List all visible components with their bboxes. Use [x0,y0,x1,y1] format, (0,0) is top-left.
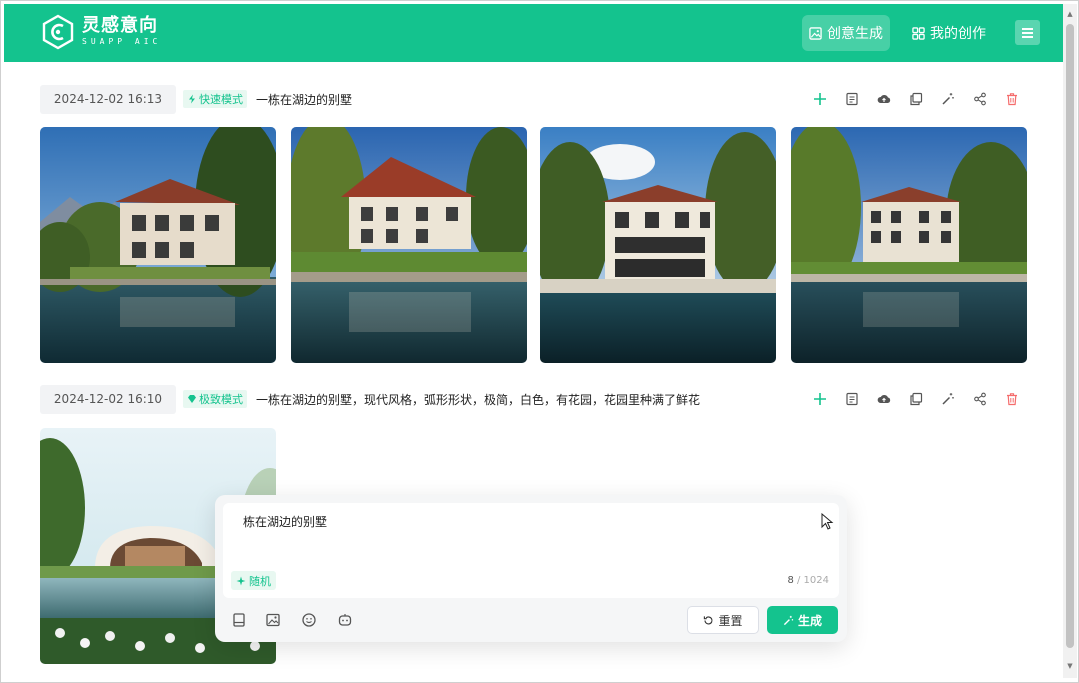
magic-wand-icon [941,393,954,405]
share-icon [973,392,986,406]
robot-icon[interactable] [337,612,353,628]
diamond-icon [188,395,196,403]
char-max: / 1024 [797,575,829,586]
mode-tag-ultimate: 极致模式 [183,390,247,408]
generate-button-label: 生成 [797,613,822,628]
villa-image [540,127,776,363]
cloud-upload-icon [877,94,890,103]
nav-creative-generate-label: 创意生成 [827,26,883,42]
mode-tag-label: 极致模式 [199,393,243,406]
magic-wand-icon [783,615,794,625]
copy-icon [909,92,922,106]
magic-wand-icon [941,93,954,105]
menu-icon-bar [1022,31,1033,34]
detail-button[interactable] [843,91,860,108]
scroll-up-icon[interactable]: ▲ [1066,10,1074,18]
record-header: 2024-12-02 16:13 快速模式 一栋在湖边的别墅 [40,84,1030,114]
style-book-icon[interactable] [231,612,247,628]
top-header: 灵感意向 SUAPP AIC 创意生成 我的创作 [4,4,1063,62]
enhance-button[interactable] [939,91,956,108]
image-upload-icon[interactable] [265,612,281,628]
scrollbar-thumb[interactable] [1066,24,1074,648]
refresh-icon [704,615,713,624]
nav-creative-generate[interactable]: 创意生成 [802,15,890,51]
add-button[interactable] [811,91,828,108]
delete-icon [1006,393,1017,406]
record-prompt: 一栋在湖边的别墅，现代风格，弧形形状，极简，白色，有花园，花园里种满了鲜花 [256,392,701,407]
logo-title: 灵感意向 [82,15,158,36]
generate-button[interactable]: 生成 [767,606,838,634]
generated-image[interactable] [540,127,776,363]
upload-button[interactable] [875,91,892,108]
copy-button[interactable] [907,91,924,108]
nav-my-creations-label: 我的创作 [930,26,986,42]
copy-button[interactable] [907,391,924,408]
record-actions [811,384,1020,414]
random-button[interactable]: 随机 [231,571,276,590]
delete-button[interactable] [1003,391,1020,408]
generated-image[interactable] [291,127,527,363]
record-prompt: 一栋在湖边的别墅 [256,92,353,107]
emoji-icon[interactable] [301,612,317,628]
generated-image[interactable] [40,127,276,363]
logo-icon [42,14,74,50]
villa-image [40,127,276,363]
mode-tag-label: 快速模式 [199,93,243,106]
add-button[interactable] [811,391,828,408]
record-date: 2024-12-02 16:13 [40,84,176,114]
share-button[interactable] [971,391,988,408]
upload-button[interactable] [875,391,892,408]
menu-icon-bar [1022,35,1033,38]
menu-icon-bar [1022,27,1033,30]
logo-subtitle: SUAPP AIC [82,37,162,46]
record-actions [811,84,1020,114]
prompt-input[interactable]: 栋在湖边的别墅 随机 8 / 1024 [223,503,839,598]
char-counter: 8 / 1024 [787,575,829,586]
share-icon [973,92,986,106]
mode-tag-fast: 快速模式 [183,90,247,108]
villa-image [791,127,1027,363]
image-icon [809,26,822,40]
sparkle-icon [236,576,246,585]
generated-image[interactable] [791,127,1027,363]
detail-button[interactable] [843,391,860,408]
villa-image [291,127,527,363]
reset-button-label: 重置 [718,613,743,628]
document-icon [845,392,858,406]
record-date: 2024-12-02 16:10 [40,384,176,414]
lightning-icon [189,94,195,104]
plus-icon [813,93,826,105]
share-button[interactable] [971,91,988,108]
random-button-label: 随机 [249,574,271,588]
plus-icon [813,393,826,405]
menu-button[interactable] [1015,20,1040,45]
grid-icon [912,26,925,40]
prompt-input-text[interactable]: 栋在湖边的别墅 [243,513,327,530]
mouse-cursor-icon [821,513,834,530]
enhance-button[interactable] [939,391,956,408]
nav-my-creations[interactable]: 我的创作 [912,15,986,51]
copy-icon [909,392,922,406]
prompt-panel: 栋在湖边的别墅 随机 8 / 1024 重置 生成 [215,495,847,642]
reset-button[interactable]: 重置 [687,606,759,634]
logo[interactable]: 灵感意向 SUAPP AIC [40,14,161,50]
cloud-upload-icon [877,394,890,403]
delete-button[interactable] [1003,91,1020,108]
record-header: 2024-12-02 16:10 极致模式 一栋在湖边的别墅，现代风格，弧形形状… [40,384,1030,414]
document-icon [845,92,858,106]
char-count: 8 [787,575,794,586]
delete-icon [1006,93,1017,106]
scroll-down-icon[interactable]: ▼ [1066,662,1074,670]
